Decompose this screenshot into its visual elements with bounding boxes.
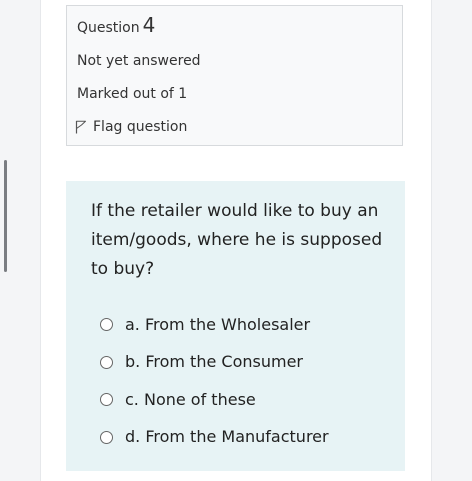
- answer-option-b[interactable]: b. From the Consumer: [100, 344, 390, 382]
- question-content: If the retailer would like to buy an ite…: [66, 181, 405, 471]
- scrollbar[interactable]: [4, 160, 7, 272]
- radio-button[interactable]: [100, 430, 113, 444]
- answer-option-a[interactable]: a. From the Wholesaler: [100, 306, 390, 344]
- answer-label: d. From the Manufacturer: [125, 427, 329, 447]
- radio-button[interactable]: [100, 318, 113, 332]
- answer-options: a. From the Wholesaler b. From the Consu…: [100, 306, 390, 456]
- radio-button[interactable]: [100, 355, 113, 369]
- marks-info: Marked out of 1: [77, 86, 188, 102]
- question-label: Question: [77, 20, 140, 36]
- answer-status: Not yet answered: [77, 53, 201, 69]
- question-text: If the retailer would like to buy an ite…: [91, 201, 383, 279]
- question-number: 4: [142, 13, 156, 37]
- answer-label: b. From the Consumer: [125, 352, 303, 372]
- answer-label: a. From the Wholesaler: [125, 314, 311, 334]
- flag-icon: [75, 120, 87, 134]
- flag-question-label: Flag question: [93, 119, 188, 135]
- flag-question-link[interactable]: Flag question: [75, 118, 187, 136]
- answer-option-c[interactable]: c. None of these: [100, 381, 390, 419]
- question-info-panel: Question 4 Not yet answered Marked out of…: [66, 5, 403, 146]
- answer-label: c. None of these: [125, 389, 256, 409]
- question-heading: Question 4: [77, 14, 155, 39]
- radio-button[interactable]: [100, 393, 113, 407]
- answer-option-d[interactable]: d. From the Manufacturer: [100, 419, 390, 457]
